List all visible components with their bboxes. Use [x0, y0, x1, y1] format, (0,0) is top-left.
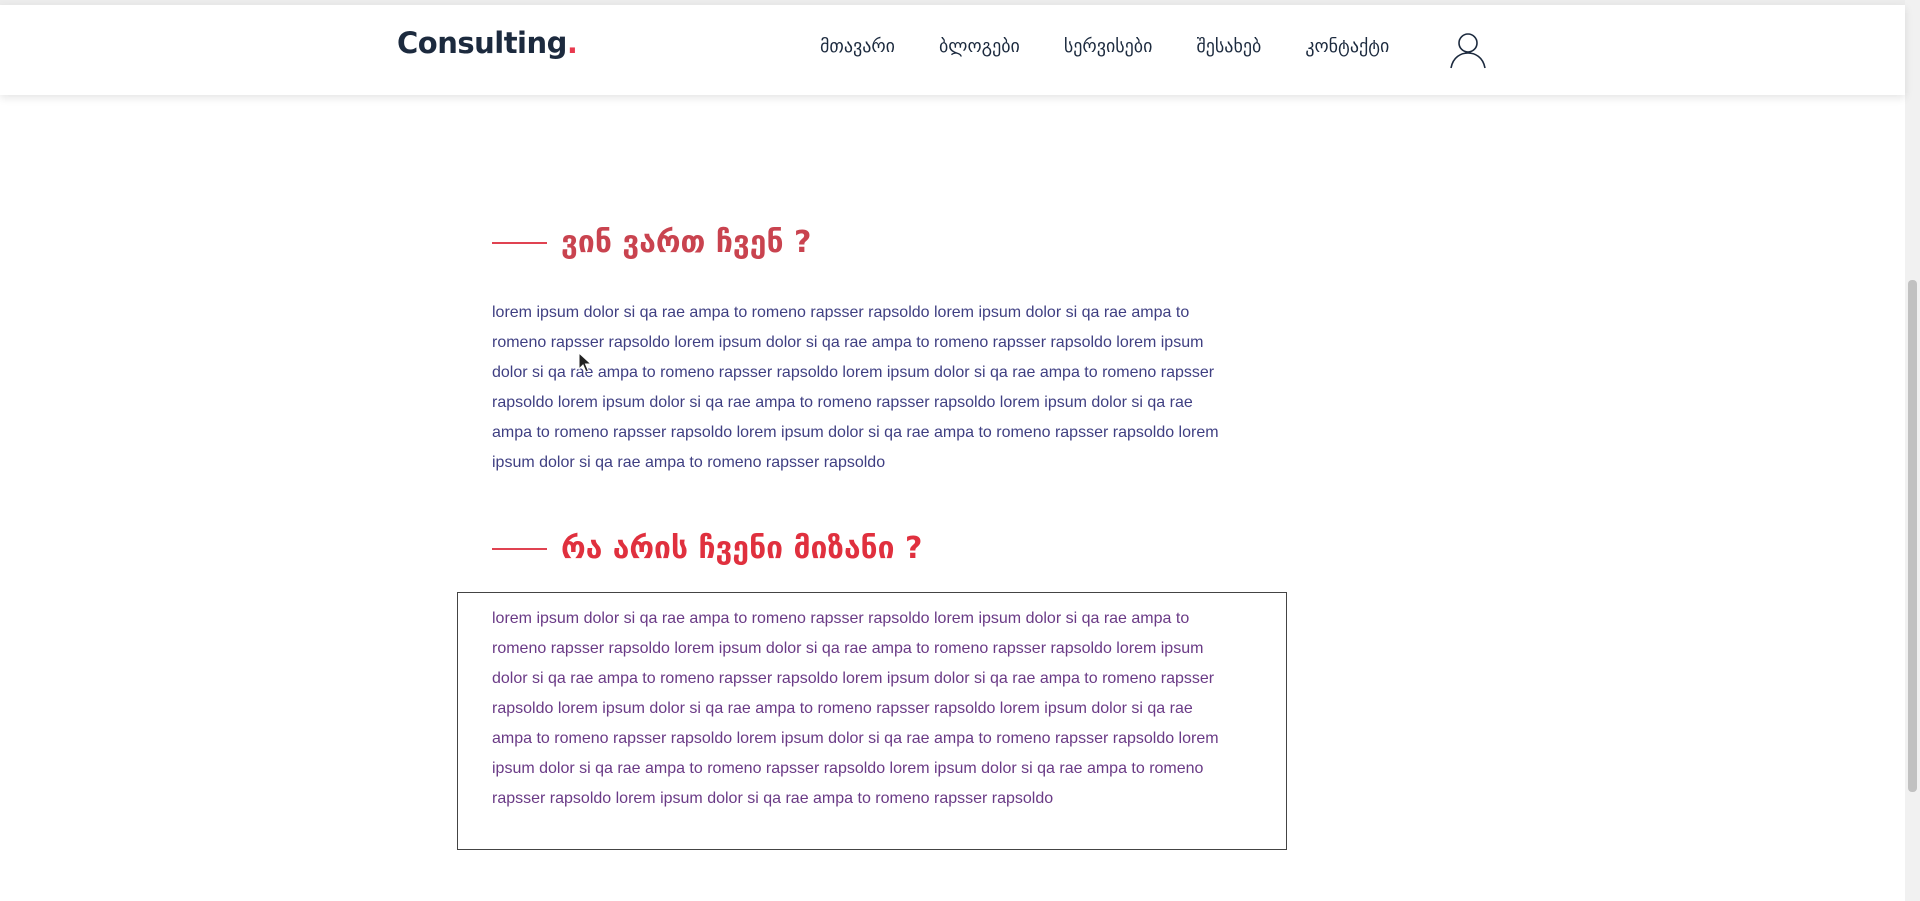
- scrollbar-thumb[interactable]: [1908, 280, 1917, 792]
- logo[interactable]: Consulting.: [397, 26, 578, 60]
- about-paragraph: lorem ipsum dolor si qa rae ampa to rome…: [492, 304, 1219, 471]
- goal-title: რა არის ჩვენი მიზანი ?: [561, 531, 923, 566]
- about-section-heading: ვინ ვართ ჩვენ ?: [492, 225, 811, 260]
- page: Consulting. მთავარი ბლოგები სერვისები შე…: [0, 0, 1920, 901]
- logo-text: Consulting: [397, 26, 567, 60]
- logo-dot: .: [566, 26, 578, 60]
- mouse-cursor-icon: [578, 351, 594, 374]
- heading-line: [492, 241, 547, 244]
- goal-section-heading: რა არის ჩვენი მიზანი ?: [492, 531, 922, 566]
- nav-item-contact[interactable]: კონტაქტი: [1305, 36, 1389, 57]
- about-title: ვინ ვართ ჩვენ ?: [561, 225, 812, 260]
- user-icon[interactable]: [1448, 30, 1488, 70]
- nav-item-about[interactable]: შესახებ: [1196, 36, 1261, 57]
- heading-line: [492, 547, 547, 550]
- goal-paragraph: lorem ipsum dolor si qa rae ampa to rome…: [492, 610, 1219, 807]
- nav-item-home[interactable]: მთავარი: [820, 36, 895, 57]
- site-header: Consulting. მთავარი ბლოგები სერვისები შე…: [0, 5, 1905, 95]
- main-nav: მთავარი ბლოგები სერვისები შესახებ კონტაქ…: [820, 36, 1433, 57]
- nav-item-blogs[interactable]: ბლოგები: [939, 36, 1020, 57]
- nav-item-services[interactable]: სერვისები: [1064, 36, 1153, 57]
